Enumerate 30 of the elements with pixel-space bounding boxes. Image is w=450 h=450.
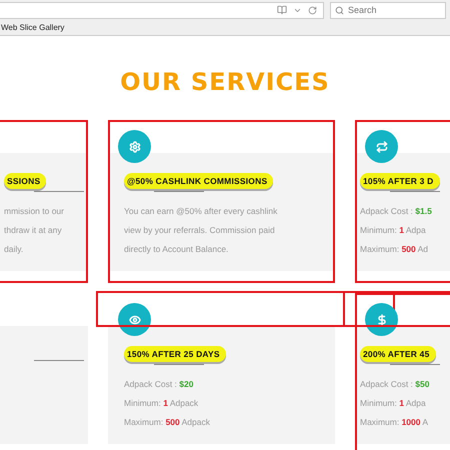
service-icon — [376, 140, 388, 152]
service-icon — [376, 314, 388, 326]
bookmark-link[interactable]: Web Slice Gallery — [1, 23, 64, 32]
service-title: SSIONS — [4, 173, 46, 189]
service-detail: thdraw it at any — [4, 225, 63, 235]
service-icon — [128, 314, 140, 326]
service-detail: Adpack Cost : $1.5 — [360, 206, 433, 216]
search-icon — [335, 6, 344, 14]
service-detail: mmission to our — [4, 206, 65, 216]
refresh-icon[interactable] — [308, 6, 317, 14]
service-detail: You can earn @50% after every cashlink — [124, 206, 278, 216]
service-detail: daily. — [4, 244, 24, 254]
service-detail: Adpack Cost : $50 — [360, 379, 430, 389]
reader-view-icon[interactable] — [277, 5, 287, 15]
service-title: 105% AFTER 3 D — [360, 173, 440, 189]
service-title: @50% CASHLINK COMMISSIONS — [124, 173, 274, 189]
service-detail: Maximum: 1000 A — [360, 417, 430, 427]
service-detail: Maximum: 500 Adpack — [124, 417, 211, 427]
service-detail: Maximum: 500 Ad — [360, 244, 430, 254]
service-detail: Minimum: 1 Adpa — [360, 398, 427, 408]
section-heading: OUR SERVICES — [119, 68, 331, 96]
service-title: 200% AFTER 45 — [360, 346, 436, 362]
service-detail: Minimum: 1 Adpack — [124, 398, 200, 408]
service-detail: directly to Account Balance. — [124, 244, 230, 254]
service-icon — [128, 140, 140, 152]
service-detail: view by your referrals. Commission paid — [124, 225, 276, 235]
service-detail: Minimum: 1 Adpa — [360, 225, 427, 235]
search-field[interactable]: Search — [330, 2, 446, 18]
service-title: 150% AFTER 25 DAYS — [124, 346, 226, 362]
service-detail: Adpack Cost : $20 — [124, 379, 194, 389]
